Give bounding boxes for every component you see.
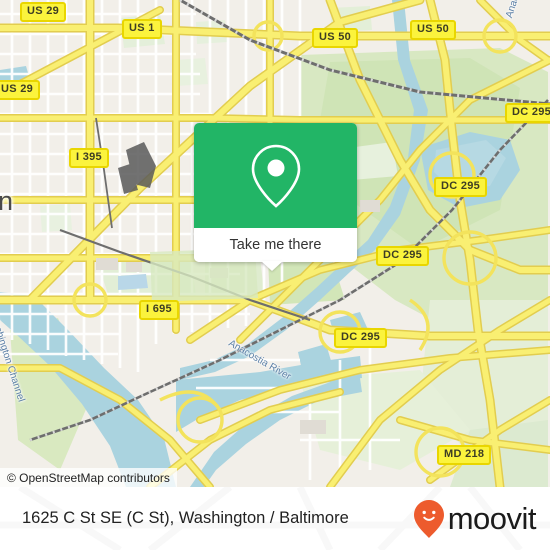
popup-action-area[interactable]: Take me there: [194, 228, 357, 262]
address-label: 1625 C St SE (C St), Washington / Baltim…: [22, 509, 349, 527]
map-canvas[interactable]: US 29 US 1 US 50 US 50 US 29 DC 295 DC 295 I 39…: [0, 0, 550, 487]
popup-pointer: [261, 261, 283, 271]
road-shield: DC 295: [334, 328, 388, 348]
city-label: n: [0, 186, 14, 216]
osm-attribution[interactable]: © OpenStreetMap contributors: [0, 468, 177, 487]
moovit-pin-smile-icon: [413, 499, 444, 538]
moovit-wordmark: moovit: [447, 500, 537, 536]
road-shield: US 29: [20, 2, 67, 22]
road-shield: MD 218: [437, 445, 492, 465]
road-shield: I 395: [69, 148, 109, 168]
location-popup-card[interactable]: Take me there: [194, 123, 357, 262]
road-shield: US 29: [0, 80, 41, 100]
moovit-logo[interactable]: moovit: [413, 499, 537, 538]
popup-icon-area: [194, 123, 357, 228]
road-shield: US 50: [312, 28, 359, 48]
road-shield: I 695: [139, 300, 179, 320]
footer-bar: 1625 C St SE (C St), Washington / Baltim…: [0, 487, 550, 550]
take-me-there-label[interactable]: Take me there: [230, 237, 322, 253]
road-shield: DC 295: [505, 103, 550, 123]
map-screenshot: US 29 US 1 US 50 US 50 US 29 DC 295 DC 295 I 39…: [0, 0, 550, 550]
road-shield: US 1: [122, 19, 162, 39]
location-pin-icon: [251, 144, 300, 208]
road-shield: DC 295: [376, 246, 430, 266]
road-shield: DC 295: [434, 177, 488, 197]
road-shield: US 50: [410, 20, 457, 40]
